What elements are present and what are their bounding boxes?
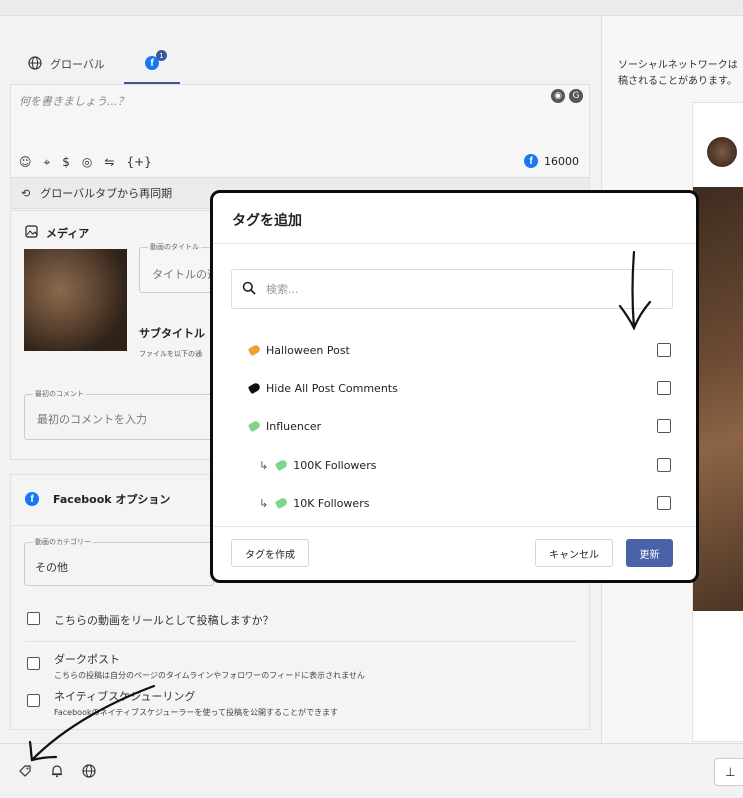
facebook-icon: f <box>524 154 538 168</box>
facebook-options-title: Facebook オプション <box>53 493 171 506</box>
video-category-value: その他 <box>35 561 68 574</box>
dark-post-option: ダークポスト こちらの投稿は自分のページのタイムラインやフォロワーのフィードに表… <box>27 651 365 681</box>
media-thumbnail[interactable] <box>24 249 127 351</box>
preview-notice-line1: ソーシャルネットワークは <box>618 60 738 71</box>
tab-global-label: グローバル <box>50 58 105 71</box>
tag-checkbox[interactable] <box>657 381 671 395</box>
tag-name: Halloween Post <box>266 343 350 357</box>
tab-global[interactable]: グローバル <box>28 44 105 84</box>
video-title-label: 動画のタイトル <box>148 242 201 252</box>
first-comment-field[interactable]: 最初のコメント 最初のコメントを入力 <box>24 389 214 440</box>
child-arrow-icon: ↳ <box>259 496 269 510</box>
tag-row[interactable]: Influencer <box>247 414 671 438</box>
tag-name: 10K Followers <box>293 496 370 510</box>
tag-checkbox[interactable] <box>657 496 671 510</box>
avatar <box>707 137 737 167</box>
dollar-icon[interactable]: $ <box>62 155 70 170</box>
tag-name: Hide All Post Comments <box>266 381 398 395</box>
preview-image <box>693 187 743 611</box>
native-scheduling-label: ネイティブスケジューリング <box>54 690 196 703</box>
search-icon <box>242 281 256 298</box>
globe-icon[interactable] <box>82 764 96 782</box>
tag-search-input[interactable]: 検索... <box>231 269 673 309</box>
media-header: メディア <box>25 225 89 241</box>
approval-button[interactable]: ⊥ <box>714 758 743 786</box>
video-category-label: 動画のカテゴリー <box>33 537 93 547</box>
post-editor-placeholder: 何を書きましょう...？ <box>19 95 129 108</box>
tab-facebook-badge: 1 <box>156 50 167 61</box>
stamp-icon: ⊥ <box>725 765 736 779</box>
native-scheduling-checkbox[interactable] <box>27 694 40 707</box>
bell-icon[interactable] <box>50 764 64 782</box>
preview-notice-line2: 稿されることがあります。 <box>618 76 737 87</box>
reel-label: こちらの動画をリールとして投稿しますか？ <box>54 614 274 627</box>
top-bar <box>0 0 743 16</box>
post-editor[interactable]: 何を書きましょう...？ ◉ G ☺ ⌖ $ ◎ ⇋ {+} f 16000 <box>10 84 590 176</box>
first-comment-label: 最初のコメント <box>33 389 86 399</box>
video-category-select[interactable]: 動画のカテゴリー その他 <box>24 537 214 586</box>
location-icon[interactable]: ⌖ <box>44 155 51 170</box>
tag-name: Influencer <box>266 419 322 433</box>
facebook-options-header: f Facebook オプション <box>25 491 170 507</box>
tag-checkbox[interactable] <box>657 458 671 472</box>
dark-post-label: ダークポスト <box>54 653 120 666</box>
subtitle-hint: ファイルを以下の通 <box>139 350 202 358</box>
podcast-icon[interactable]: ◎ <box>82 155 92 170</box>
tag-row[interactable]: ↳ 100K Followers <box>259 453 679 477</box>
bulb-icon[interactable]: ◉ <box>551 89 565 103</box>
create-tag-button[interactable]: タグを作成 <box>231 539 309 567</box>
dark-post-desc: こちらの投稿は自分のページのタイムラインやフォロワーのフィードに表示されません <box>54 671 365 680</box>
variable-icon[interactable]: {+} <box>126 155 151 170</box>
globe-icon <box>28 55 42 73</box>
emoji-icon[interactable]: ☺ <box>19 155 32 170</box>
media-title: メディア <box>46 227 90 240</box>
image-icon <box>25 225 38 241</box>
tag-icon[interactable] <box>18 764 32 782</box>
tag-checkbox[interactable] <box>657 343 671 357</box>
tag-icon <box>247 343 262 357</box>
post-preview-card <box>692 102 743 742</box>
reel-option: こちらの動画をリールとして投稿しますか？ <box>27 612 274 628</box>
handshake-icon[interactable]: ⇋ <box>104 155 114 170</box>
dark-post-checkbox[interactable] <box>27 657 40 670</box>
tab-facebook[interactable]: f 1 <box>124 44 180 84</box>
tag-row[interactable]: Hide All Post Comments <box>247 376 671 400</box>
tag-row[interactable]: ↳ 10K Followers <box>259 491 679 515</box>
char-counter: f 16000 <box>524 154 579 168</box>
tag-icon <box>274 458 289 472</box>
child-arrow-icon: ↳ <box>259 458 269 472</box>
divider <box>25 641 577 642</box>
first-comment-placeholder: 最初のコメントを入力 <box>37 413 147 426</box>
divider <box>213 526 696 527</box>
char-count-value: 16000 <box>544 154 579 168</box>
sync-icon: ⟲ <box>21 186 31 200</box>
grammarly-icon[interactable]: G <box>569 89 583 103</box>
divider <box>213 243 696 244</box>
reel-checkbox[interactable] <box>27 612 40 625</box>
subtitle-label: サブタイトル <box>139 327 205 340</box>
tag-icon <box>247 419 262 433</box>
tag-icon <box>274 496 289 510</box>
tag-name: 100K Followers <box>293 458 377 472</box>
tag-row[interactable]: Halloween Post <box>247 338 671 362</box>
tag-checkbox[interactable] <box>657 419 671 433</box>
resync-label: グローバルタブから再同期 <box>40 187 173 200</box>
tag-icon <box>247 381 262 395</box>
bottom-toolbar: ⊥ <box>0 743 743 798</box>
add-tag-modal: タグを追加 検索... Halloween Post Hide All Post … <box>210 190 699 583</box>
update-button[interactable]: 更新 <box>626 539 673 567</box>
native-scheduling-desc: Facebookのネイティブスケジューラーを使って投稿を公開することができます <box>54 708 338 717</box>
preview-notice: ソーシャルネットワークは 稿されることがあります。 <box>618 58 738 90</box>
modal-title: タグを追加 <box>232 213 302 229</box>
facebook-icon: f <box>25 492 39 506</box>
cancel-button[interactable]: キャンセル <box>535 539 613 567</box>
tag-search-placeholder: 検索... <box>266 283 299 296</box>
native-scheduling-option: ネイティブスケジューリング Facebookのネイティブスケジューラーを使って投… <box>27 688 338 718</box>
network-tabs: グローバル f 1 <box>10 44 590 84</box>
